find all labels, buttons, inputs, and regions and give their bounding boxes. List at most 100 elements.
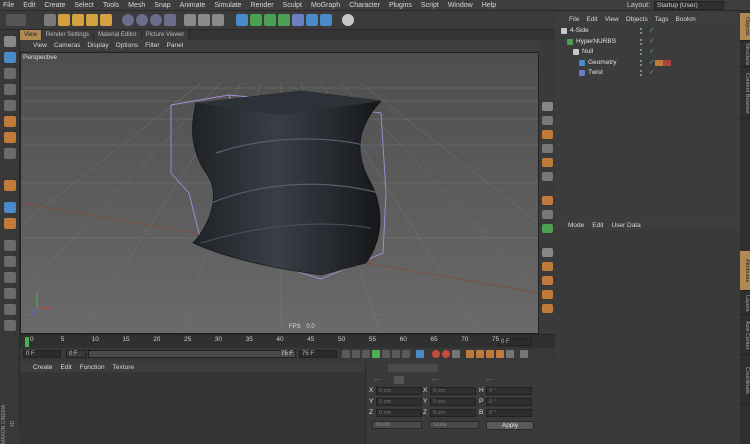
layout-selector[interactable]: Layout: Startup (User) xyxy=(627,0,724,11)
go-to-start-icon[interactable] xyxy=(342,350,350,358)
menu-render[interactable]: Render xyxy=(251,2,274,9)
camera-icon[interactable] xyxy=(320,14,332,26)
play-icon[interactable] xyxy=(372,350,380,358)
nurbs-icon[interactable] xyxy=(264,14,276,26)
visibility-dots-icon[interactable] xyxy=(640,28,645,34)
material-menu-edit[interactable]: Edit xyxy=(61,364,72,371)
side-tab-attributes[interactable]: Attributes xyxy=(740,251,750,291)
coord-value-field[interactable]: 0 cm xyxy=(430,387,476,395)
tool-icon-2[interactable] xyxy=(542,116,553,125)
side-tab-content-browser[interactable]: Content Browser xyxy=(740,69,750,119)
menu-animate[interactable]: Animate xyxy=(180,2,206,9)
polygons-mode-icon[interactable] xyxy=(4,132,16,143)
attribute-menu-mode[interactable]: Mode xyxy=(568,222,584,229)
material-menu-function[interactable]: Function xyxy=(80,364,105,371)
scene-icon[interactable] xyxy=(306,14,318,26)
side-tab-axis-center[interactable]: Axis Center xyxy=(740,317,750,355)
enabled-check-icon[interactable]: ✓ xyxy=(649,26,655,36)
coord-value-field[interactable]: 0 cm xyxy=(376,398,422,406)
add-icon[interactable] xyxy=(100,14,112,26)
coord-value-field[interactable]: 0 ° xyxy=(486,398,532,406)
render-view-icon[interactable] xyxy=(198,14,210,26)
next-key-icon[interactable] xyxy=(392,350,400,358)
side-tab-coordinate[interactable]: Coordinate xyxy=(740,357,750,405)
make-editable-icon[interactable] xyxy=(4,36,16,47)
max-frame-field[interactable]: 75 F xyxy=(299,350,337,358)
layout-dropdown[interactable]: Startup (User) xyxy=(654,1,724,10)
autokey-icon[interactable] xyxy=(442,350,450,358)
menu-mesh[interactable]: Mesh xyxy=(128,2,145,9)
render-region-icon[interactable] xyxy=(184,14,196,26)
tab-render-settings[interactable]: Render Settings xyxy=(41,30,94,40)
timeline-menu-icon[interactable] xyxy=(520,350,528,358)
object-menu-edit[interactable]: Edit xyxy=(586,16,597,23)
tool-icon-10[interactable] xyxy=(542,248,553,257)
coord-value-field[interactable]: 0 ° xyxy=(486,409,532,417)
tool-icon-6[interactable] xyxy=(542,172,553,181)
current-frame-field[interactable]: 0 F xyxy=(23,350,61,358)
x-axis-icon[interactable] xyxy=(122,14,134,26)
object-name[interactable]: Twist xyxy=(588,68,603,78)
coord-mode-scale[interactable]: Scale xyxy=(429,421,479,429)
light-icon[interactable] xyxy=(342,14,354,26)
tool-icon-14[interactable] xyxy=(542,304,553,313)
menu-plugins[interactable]: Plugins xyxy=(389,2,412,9)
menu-simulate[interactable]: Simulate xyxy=(214,2,241,9)
viewport-menu-options[interactable]: Options xyxy=(116,42,138,49)
enabled-check-icon[interactable]: ✓ xyxy=(649,47,655,57)
prev-frame-icon[interactable] xyxy=(362,350,370,358)
grid-icon-1[interactable] xyxy=(4,240,16,251)
tool-icon-5[interactable] xyxy=(542,158,553,167)
enabled-check-icon[interactable]: ✓ xyxy=(649,68,655,78)
scale-icon[interactable] xyxy=(72,14,84,26)
object-row[interactable]: Twist ✓ xyxy=(555,68,740,78)
viewport-menu-cameras[interactable]: Cameras xyxy=(54,42,80,49)
object-menu-view[interactable]: View xyxy=(605,16,619,23)
coord-mode-world[interactable]: World xyxy=(372,421,422,429)
texture-mode-icon[interactable] xyxy=(4,68,16,79)
coord-value-field[interactable]: 0 cm xyxy=(376,387,422,395)
viewport-menu-display[interactable]: Display xyxy=(87,42,108,49)
axis-mode-icon[interactable] xyxy=(4,148,16,159)
object-menu-bookm[interactable]: Bookm xyxy=(675,16,695,23)
object-menu-file[interactable]: File xyxy=(569,16,579,23)
tool-icon-8[interactable] xyxy=(542,210,553,219)
spline-icon[interactable] xyxy=(250,14,262,26)
parameter-key-icon[interactable] xyxy=(496,350,504,358)
point-level-key-icon[interactable] xyxy=(506,350,514,358)
z-axis-icon[interactable] xyxy=(150,14,162,26)
menu-select[interactable]: Select xyxy=(74,2,93,9)
scale-key-icon[interactable] xyxy=(476,350,484,358)
end-frame-field[interactable]: 0 F xyxy=(498,338,532,346)
move-icon[interactable] xyxy=(58,14,70,26)
visibility-dots-icon[interactable] xyxy=(640,49,645,55)
coord-tool-2[interactable] xyxy=(394,376,404,384)
object-name[interactable]: HyperNURBS xyxy=(576,37,616,47)
viewport-menu-panel[interactable]: Panel xyxy=(167,42,184,49)
menu-file[interactable]: File xyxy=(3,2,14,9)
points-mode-icon[interactable] xyxy=(4,100,16,111)
tab-view[interactable]: View xyxy=(20,30,42,40)
grid-icon-5[interactable] xyxy=(4,304,16,315)
attribute-menu-edit[interactable]: Edit xyxy=(592,222,603,229)
render-settings-icon[interactable] xyxy=(212,14,224,26)
coord-tool-1[interactable] xyxy=(388,364,438,372)
object-menu-tags[interactable]: Tags xyxy=(655,16,669,23)
edges-mode-icon[interactable] xyxy=(4,116,16,127)
tag-icons[interactable] xyxy=(655,59,671,66)
workplane-icon[interactable] xyxy=(4,84,16,95)
viewport-menu-filter[interactable]: Filter xyxy=(145,42,159,49)
object-name[interactable]: Geometry xyxy=(588,58,617,68)
next-frame-icon[interactable] xyxy=(382,350,390,358)
enabled-check-icon[interactable]: ✓ xyxy=(649,37,655,47)
tool-icon-1[interactable] xyxy=(542,102,553,111)
rotate-icon[interactable] xyxy=(86,14,98,26)
range-slider[interactable]: 75 F xyxy=(88,350,296,358)
coord-value-field[interactable]: 0 cm xyxy=(430,409,476,417)
menu-tools[interactable]: Tools xyxy=(103,2,119,9)
side-tab-structure[interactable]: Structure xyxy=(740,43,750,67)
menu-help[interactable]: Help xyxy=(482,2,496,9)
grid-icon-6[interactable] xyxy=(4,320,16,331)
coordinate-system-icon[interactable] xyxy=(164,14,176,26)
material-menu-create[interactable]: Create xyxy=(33,364,53,371)
